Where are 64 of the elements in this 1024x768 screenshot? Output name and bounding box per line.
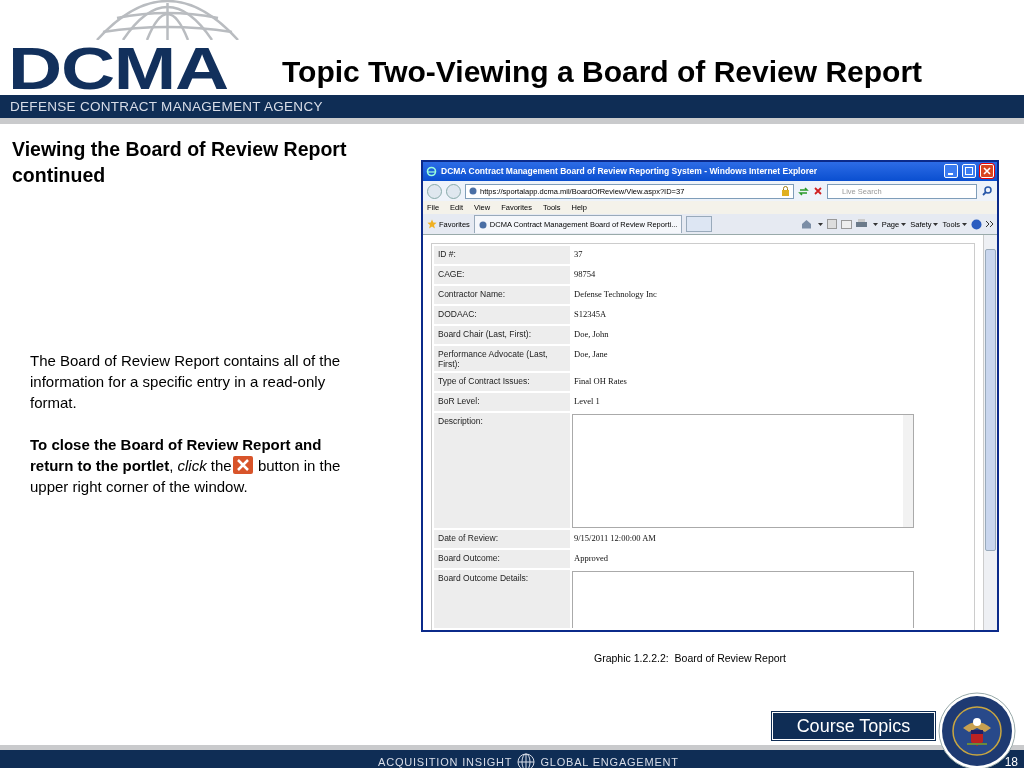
caret-icon — [962, 222, 967, 226]
field-value: Final OH Rates — [574, 376, 627, 386]
figure-caption: Graphic 1.2.2.2: Board of Review Report — [594, 652, 786, 664]
page-number: 18 — [1004, 754, 1018, 768]
text-area[interactable] — [572, 571, 914, 628]
minimize-button[interactable] — [944, 164, 958, 179]
globe-icon — [517, 752, 536, 768]
field-label: BoR Level: — [438, 396, 480, 406]
field-label: CAGE: — [438, 269, 465, 279]
field-label: DODAAC: — [438, 309, 477, 319]
field-label: Board Outcome Details: — [438, 573, 529, 583]
field-value: 37 — [574, 249, 583, 259]
field-label: ID #: — [438, 249, 456, 259]
agency-name: DEFENSE CONTRACT MANAGEMENT AGENCY — [10, 99, 323, 114]
field-value: Defense Technology Inc — [574, 289, 657, 299]
footer-text: GLOBAL ENGAGEMENT — [540, 755, 679, 768]
stop-icon[interactable] — [813, 186, 823, 197]
search-icon[interactable] — [981, 185, 993, 198]
close-button[interactable] — [980, 164, 994, 179]
field-value: 9/15/2011 12:00:00 AM — [574, 533, 656, 543]
instruction-text: button in the — [257, 457, 341, 474]
close-icon — [231, 455, 254, 475]
back-button[interactable] — [427, 183, 442, 199]
caret-icon — [817, 222, 823, 226]
instruction-text: To close the Board of Review Report and — [30, 435, 322, 455]
lock-icon — [781, 186, 790, 197]
maximize-button[interactable] — [962, 164, 976, 179]
caret-icon — [872, 222, 878, 226]
field-value: 98754 — [574, 269, 596, 279]
forward-button[interactable] — [446, 183, 461, 199]
field-label: Board Outcome: — [438, 553, 500, 563]
field-value: Doe, John — [574, 329, 609, 339]
refresh-icon[interactable] — [798, 185, 809, 197]
course-topics-button[interactable]: Course Topics — [772, 712, 935, 740]
text-area[interactable] — [572, 414, 914, 528]
new-tab-button[interactable] — [686, 216, 713, 233]
window-title: DCMA Contract Management Board of Review Reporting System - Windows Internet Explorer — [441, 166, 819, 177]
logo-text: DCMA — [8, 41, 228, 97]
instruction-text: return to the portlet, click the — [30, 457, 232, 474]
scrollbar[interactable] — [983, 235, 997, 630]
field-value: Approved — [574, 553, 608, 563]
field-label: Board Chair (Last, First): — [438, 329, 532, 339]
section-heading: Viewing the Board of Review Report continued — [12, 137, 348, 188]
close-icon — [983, 167, 991, 176]
field-label: Contractor Name: — [438, 289, 506, 299]
field-label: Performance Advocate (Last, First): — [438, 349, 548, 369]
footer-text: ACQUISITION INSIGHT — [378, 755, 513, 768]
caret-icon — [933, 222, 939, 226]
maximize-icon — [965, 167, 973, 176]
field-value: Doe, Jane — [574, 349, 608, 359]
star-icon — [427, 219, 437, 230]
home-icon[interactable] — [800, 219, 812, 230]
field-label: Date of Review: — [438, 533, 498, 543]
field-label: Description: — [438, 416, 483, 426]
caret-icon — [901, 222, 907, 226]
instruction-text: upper right corner of the window. — [30, 477, 248, 497]
chevron-icon[interactable] — [986, 221, 993, 228]
field-value: Level 1 — [574, 396, 600, 406]
description-text: The Board of Review Report contains all of the information for a specific entry in a read-only format. — [30, 351, 342, 413]
slide-title: Topic Two-Viewing a Board of Review Report — [282, 55, 923, 89]
browser-logo-icon — [426, 165, 437, 177]
field-label: Type of Contract Issues: — [438, 376, 530, 386]
field-value: S12345A — [574, 309, 607, 319]
printer-icon[interactable] — [855, 219, 867, 230]
